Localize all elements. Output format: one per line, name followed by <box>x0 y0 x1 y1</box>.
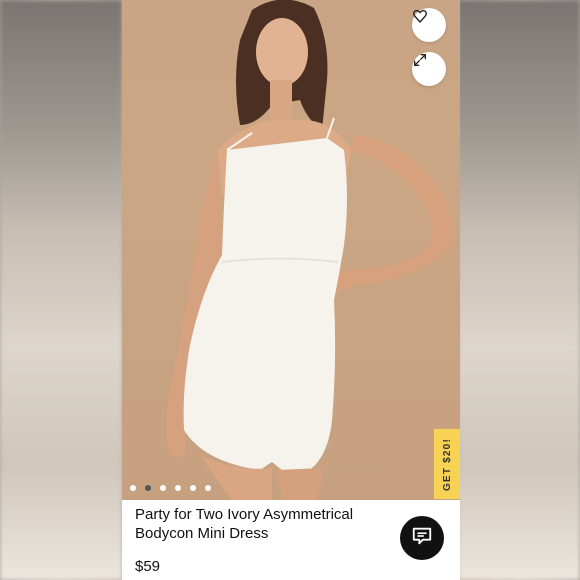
blurred-background-right <box>458 0 580 580</box>
gallery-dot[interactable] <box>160 485 166 491</box>
promo-label: GET $20! <box>441 437 453 491</box>
product-price: $59 <box>135 558 161 575</box>
product-screen: GET $20! Party for Two Ivory Asymmetrica… <box>122 0 460 580</box>
gallery-dot[interactable] <box>190 485 196 491</box>
gallery-pagination <box>130 485 211 491</box>
product-title: Party for Two Ivory Asymmetrical Bodycon… <box>135 506 354 542</box>
blurred-background-left <box>0 0 122 580</box>
gallery-dot[interactable] <box>205 485 211 491</box>
expand-image-button[interactable] <box>412 52 446 86</box>
product-image[interactable]: GET $20! <box>122 0 460 500</box>
promo-tab[interactable]: GET $20! <box>434 429 460 499</box>
chat-button[interactable] <box>400 516 444 560</box>
favorite-button[interactable] <box>412 8 446 42</box>
gallery-dot[interactable] <box>175 485 181 491</box>
gallery-dot[interactable] <box>130 485 136 491</box>
chat-icon <box>411 525 433 552</box>
gallery-dot-active[interactable] <box>145 485 151 491</box>
model-illustration <box>166 0 453 500</box>
